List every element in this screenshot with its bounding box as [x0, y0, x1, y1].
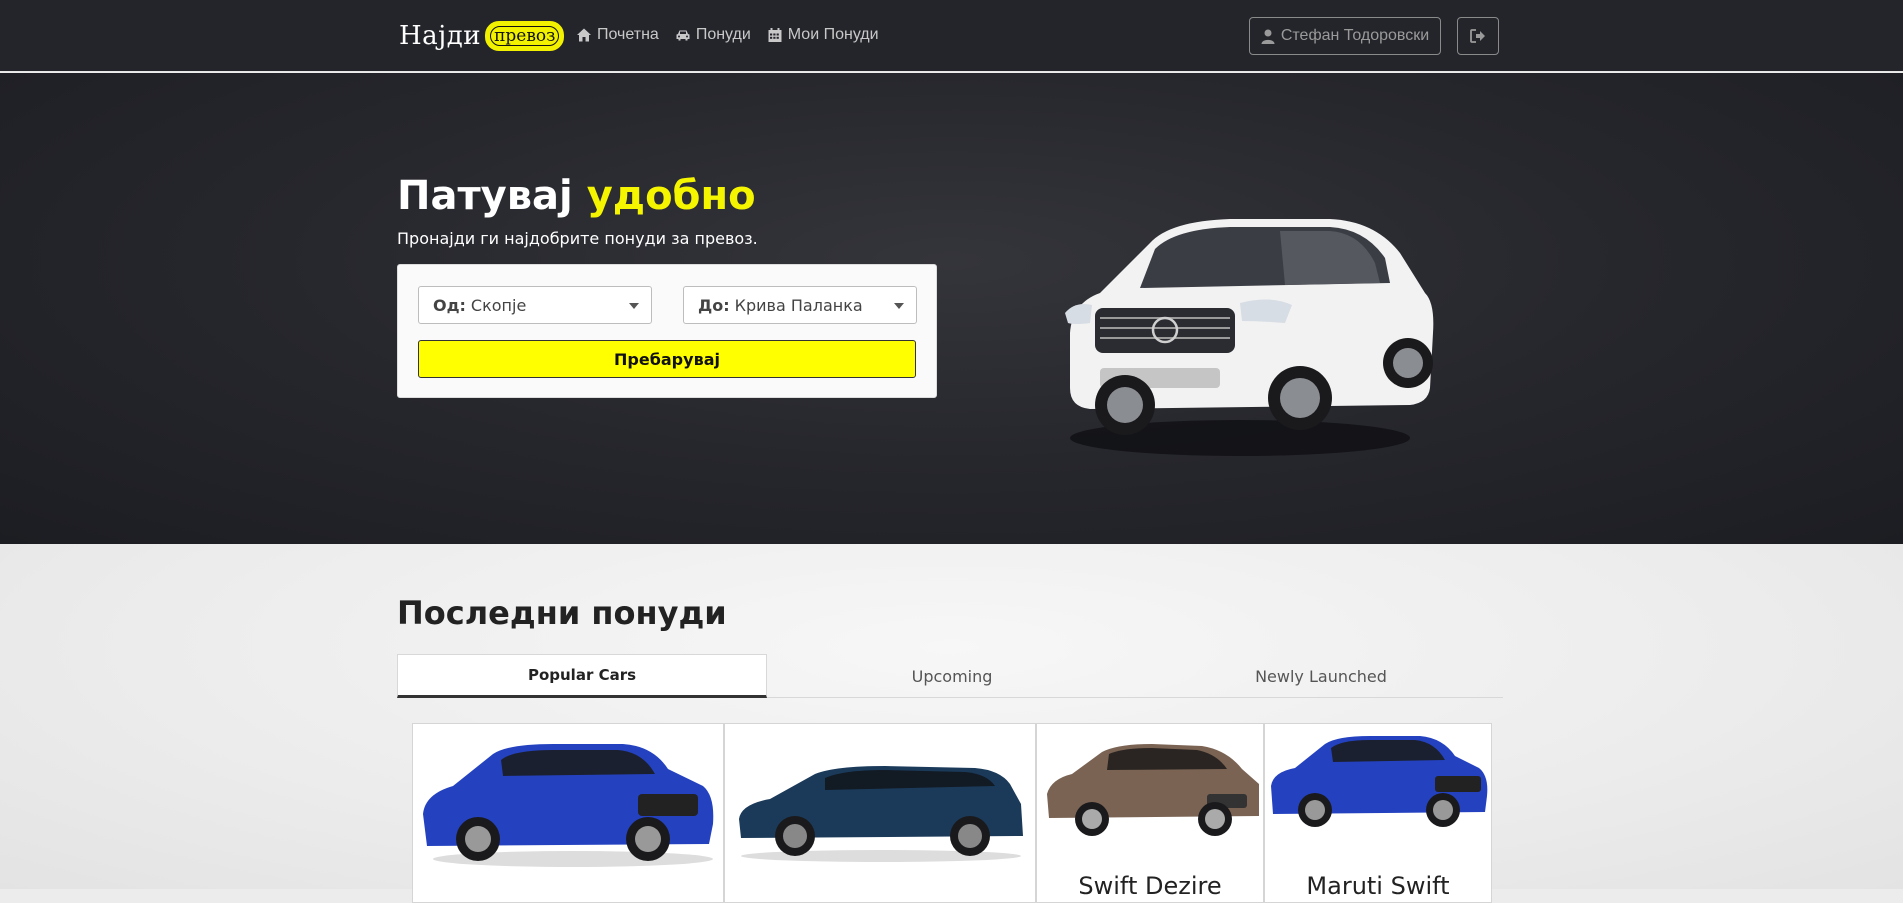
nav-offers-link[interactable]: Понуди: [675, 26, 751, 44]
search-button[interactable]: Пребарувај: [418, 340, 916, 378]
to-city-select[interactable]: До: Крива Паланка: [683, 286, 917, 324]
nav-my-offers-link[interactable]: Мои Понуди: [767, 26, 879, 44]
nav-offers-label: Понуди: [695, 26, 751, 43]
sign-out-icon: [1470, 29, 1485, 43]
logout-button[interactable]: [1457, 17, 1499, 55]
to-label: До:: [698, 295, 730, 315]
hero-title-accent: удобно: [586, 173, 756, 219]
user-icon: [1261, 29, 1275, 44]
from-label: Од:: [433, 295, 466, 315]
to-value: Крива Паланка: [734, 295, 863, 315]
car-name: Swift Dezire: [1078, 872, 1222, 900]
latest-offers-section: Последни понуди Popular Cars Upcoming Ne…: [0, 544, 1903, 903]
offer-card[interactable]: [412, 723, 724, 903]
chevron-down-icon: [629, 303, 639, 309]
offer-card[interactable]: Swift Dezire: [1036, 723, 1264, 903]
tab-popular-cars[interactable]: Popular Cars: [397, 654, 767, 698]
offer-card[interactable]: Maruti Swift: [1264, 723, 1492, 903]
car-image: [423, 744, 714, 867]
nav-home-link[interactable]: Почетна: [576, 26, 659, 44]
offer-card[interactable]: [724, 723, 1036, 903]
nav-home-label: Почетна: [597, 26, 659, 43]
section-title: Последни понуди: [397, 594, 727, 632]
car-image: [1271, 736, 1488, 827]
tab-newly-launched[interactable]: Newly Launched: [1136, 654, 1506, 698]
from-value: Скопје: [470, 295, 527, 315]
car-image: [1047, 744, 1259, 836]
from-city-select[interactable]: Од: Скопје: [418, 286, 652, 324]
search-form: Од: Скопје До: Крива Паланка Пребарувај: [397, 264, 937, 398]
top-navbar: Најди превоз Почетна Понуди Мои Понуди С…: [0, 0, 1903, 72]
hero-title: Патувај удобно: [397, 173, 756, 219]
car-image: [739, 766, 1023, 862]
chevron-down-icon: [894, 303, 904, 309]
brand-logo[interactable]: Најди превоз: [399, 18, 565, 54]
home-icon: [577, 28, 591, 42]
brand-text: Најди: [399, 21, 482, 51]
hero-subtitle: Пронајди ги најдобрите понуди за превоз.: [397, 229, 758, 248]
user-profile-button[interactable]: Стефан Тодоровски: [1249, 17, 1441, 55]
calendar-icon: [768, 28, 782, 42]
nav-my-offers-label: Мои Понуди: [787, 26, 879, 43]
user-name: Стефан Тодоровски: [1280, 27, 1430, 44]
car-name: Maruti Swift: [1306, 872, 1450, 900]
offers-tabs: Popular Cars Upcoming Newly Launched: [397, 654, 1503, 698]
nav-links: Почетна Понуди Мои Понуди: [576, 26, 879, 44]
brand-badge: превоз: [485, 21, 565, 51]
car-icon: [676, 30, 690, 41]
hero-title-main: Патувај: [397, 173, 573, 219]
hero-car-image: [1065, 219, 1434, 456]
tab-upcoming[interactable]: Upcoming: [767, 654, 1137, 698]
hero-section: Патувај удобно Пронајди ги најдобрите по…: [0, 73, 1903, 544]
